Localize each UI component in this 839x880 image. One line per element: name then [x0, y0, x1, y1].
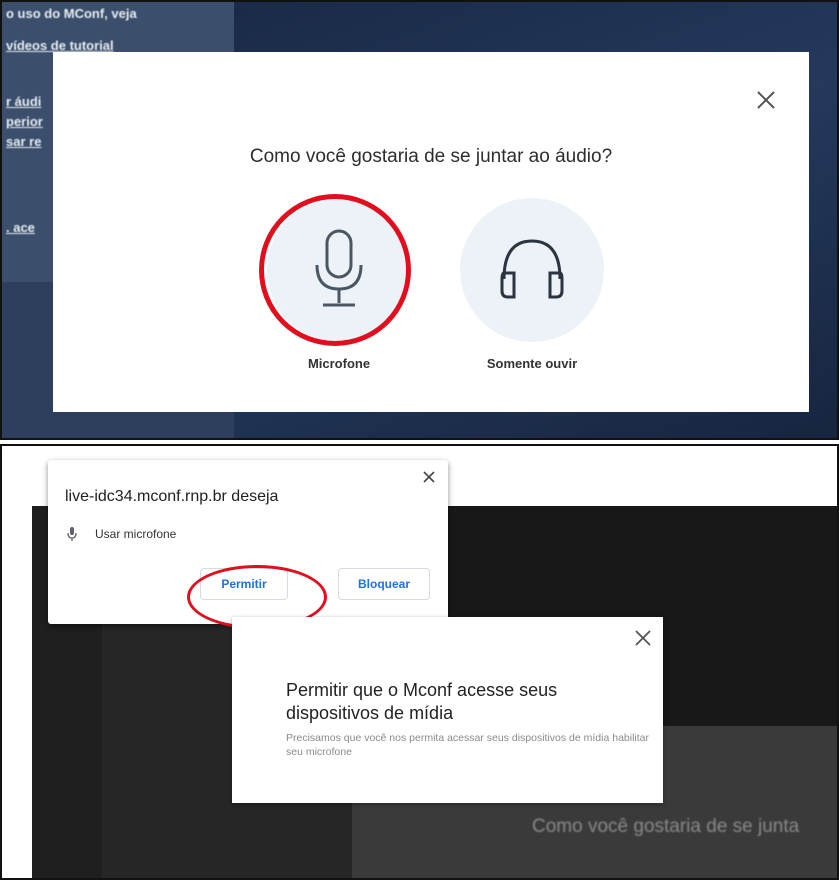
page-left-margin	[2, 506, 32, 878]
join-audio-title: Como você gostaria de se juntar ao áudio…	[249, 146, 613, 167]
close-icon[interactable]	[634, 629, 652, 647]
microphone-highlight-circle	[259, 194, 411, 346]
microphone-icon	[67, 527, 77, 541]
listen-only-option-label: Somente ouvir	[486, 356, 578, 371]
permission-site-title: live-idc34.mconf.rnp.br deseja	[65, 488, 279, 505]
permission-mic-row: Usar microfone	[67, 526, 176, 542]
media-permission-title: Permitir que o Mconf acesse seus disposi…	[286, 680, 558, 723]
sidebar-link-line[interactable]: perior	[6, 112, 43, 132]
media-permission-modal: Permitir que o Mconf acesse seus disposi…	[232, 617, 663, 803]
listen-only-option-circle[interactable]	[460, 198, 604, 342]
sidebar-text-line: o uso do MConf, veja	[6, 6, 137, 21]
join-audio-modal: Como você gostaria de se juntar ao áudio…	[53, 52, 809, 412]
headphones-icon	[500, 239, 564, 299]
close-icon[interactable]	[422, 470, 436, 484]
sidebar-link-line[interactable]: sar re	[6, 132, 41, 152]
block-button[interactable]: Bloquear	[338, 568, 430, 600]
permission-mic-label: Usar microfone	[95, 527, 177, 541]
media-permission-description: Precisamos que você nos permita acessar …	[286, 732, 650, 758]
sidebar-link-line[interactable]: r áudi	[6, 92, 41, 112]
background-audio-heading: Como você gostaria de se junta	[532, 816, 800, 837]
listen-only-option[interactable]: Somente ouvir	[460, 198, 604, 371]
close-icon[interactable]	[756, 90, 776, 110]
microphone-option-label: Microfone	[307, 356, 371, 371]
sidebar-link-line[interactable]: . ace	[6, 218, 35, 238]
